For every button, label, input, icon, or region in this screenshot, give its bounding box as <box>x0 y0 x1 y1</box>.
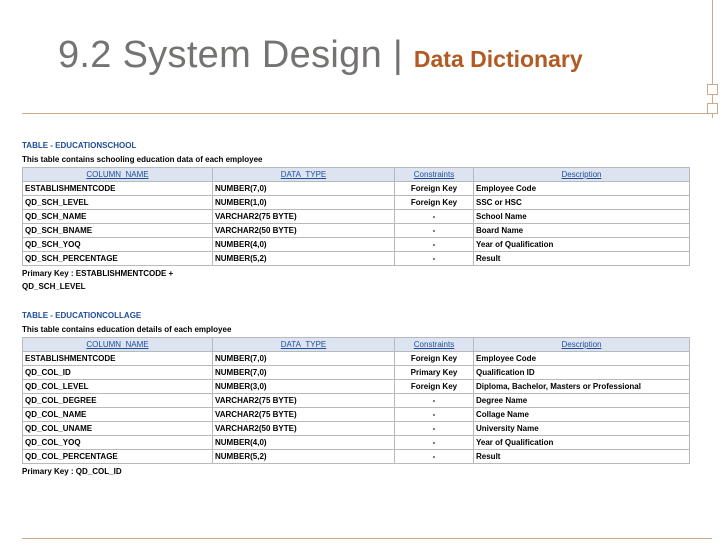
decorative-square-icon <box>707 84 718 95</box>
data-dictionary-table-collage: COLUMN_NAME DATA_TYPE Constraints Descri… <box>22 337 690 464</box>
table-row: QD_COL_PERCENTAGE NUMBER(5,2) - Result <box>22 449 690 464</box>
cell-constraint: - <box>394 421 474 436</box>
cell-constraint: Foreign Key <box>394 379 474 394</box>
table-description: This table contains education details of… <box>22 325 232 334</box>
cell-description: SSC or HSC <box>473 195 690 210</box>
cell-constraint: - <box>394 251 474 266</box>
cell-constraint: - <box>394 435 474 450</box>
cell-data-type: NUMBER(4,0) <box>212 435 395 450</box>
table-row: QD_COL_NAME VARCHAR2(75 BYTE) - Collage … <box>22 407 690 422</box>
cell-column-name: QD_COL_ID <box>22 365 213 380</box>
slide-title-sub: Data Dictionary <box>413 46 583 72</box>
table-title: TABLE - EDUCATIONSCHOOL <box>22 141 137 150</box>
cell-description: Employee Code <box>473 181 690 196</box>
cell-data-type: VARCHAR2(50 BYTE) <box>212 223 395 238</box>
cell-column-name: QD_SCH_LEVEL <box>22 195 213 210</box>
table-title: TABLE - EDUCATIONCOLLAGE <box>22 311 142 320</box>
cell-column-name: QD_COL_DEGREE <box>22 393 213 408</box>
column-header: DATA_TYPE <box>212 337 395 352</box>
cell-description: School Name <box>473 209 690 224</box>
table-header-row: COLUMN_NAME DATA_TYPE Constraints Descri… <box>22 337 690 352</box>
slide-title: 9.2 System Design | Data Dictionary <box>58 34 583 77</box>
cell-data-type: VARCHAR2(75 BYTE) <box>212 393 395 408</box>
cell-constraint: - <box>394 449 474 464</box>
cell-data-type: NUMBER(7,0) <box>212 351 395 366</box>
cell-constraint: - <box>394 393 474 408</box>
cell-description: Qualification ID <box>473 365 690 380</box>
table-row: QD_SCH_PERCENTAGE NUMBER(5,2) - Result <box>22 251 690 266</box>
cell-column-name: QD_COL_PERCENTAGE <box>22 449 213 464</box>
cell-column-name: ESTABLISHMENTCODE <box>22 351 213 366</box>
primary-key-note: Primary Key : QD_COL_ID <box>22 467 122 476</box>
cell-description: Year of Qualification <box>473 237 690 252</box>
cell-column-name: ESTABLISHMENTCODE <box>22 181 213 196</box>
cell-constraint: - <box>394 223 474 238</box>
cell-constraint: Primary Key <box>394 365 474 380</box>
cell-description: Employee Code <box>473 351 690 366</box>
cell-constraint: - <box>394 407 474 422</box>
cell-column-name: QD_SCH_PERCENTAGE <box>22 251 213 266</box>
cell-constraint: Foreign Key <box>394 195 474 210</box>
table-row: QD_COL_ID NUMBER(7,0) Primary Key Qualif… <box>22 365 690 380</box>
table-row: QD_COL_UNAME VARCHAR2(50 BYTE) - Univers… <box>22 421 690 436</box>
cell-constraint: Foreign Key <box>394 351 474 366</box>
cell-constraint: Foreign Key <box>394 181 474 196</box>
column-header: Constraints <box>394 337 474 352</box>
table-row: QD_SCH_LEVEL NUMBER(1,0) Foreign Key SSC… <box>22 195 690 210</box>
column-header: Constraints <box>394 167 474 182</box>
table-row: QD_COL_YOQ NUMBER(4,0) - Year of Qualifi… <box>22 435 690 450</box>
column-header: COLUMN_NAME <box>22 337 213 352</box>
footer-line <box>22 538 712 539</box>
cell-data-type: NUMBER(5,2) <box>212 251 395 266</box>
cell-description: Board Name <box>473 223 690 238</box>
table-row: QD_COL_DEGREE VARCHAR2(75 BYTE) - Degree… <box>22 393 690 408</box>
cell-data-type: VARCHAR2(50 BYTE) <box>212 421 395 436</box>
cell-column-name: QD_COL_LEVEL <box>22 379 213 394</box>
slide-content: TABLE - EDUCATIONSCHOOL This table conta… <box>22 139 712 478</box>
cell-constraint: - <box>394 237 474 252</box>
table-row: ESTABLISHMENTCODE NUMBER(7,0) Foreign Ke… <box>22 351 690 366</box>
table-row: QD_SCH_YOQ NUMBER(4,0) - Year of Qualifi… <box>22 237 690 252</box>
cell-description: Diploma, Bachelor, Masters or Profession… <box>473 379 690 394</box>
cell-description: Year of Qualification <box>473 435 690 450</box>
column-header: Description <box>473 167 690 182</box>
cell-column-name: QD_COL_NAME <box>22 407 213 422</box>
cell-data-type: NUMBER(7,0) <box>212 181 395 196</box>
data-dictionary-table-school: COLUMN_NAME DATA_TYPE Constraints Descri… <box>22 167 690 266</box>
cell-description: Result <box>473 449 690 464</box>
cell-constraint: - <box>394 209 474 224</box>
table-row: QD_SCH_NAME VARCHAR2(75 BYTE) - School N… <box>22 209 690 224</box>
table-row: QD_SCH_BNAME VARCHAR2(50 BYTE) - Board N… <box>22 223 690 238</box>
title-underline <box>22 113 707 114</box>
cell-column-name: QD_SCH_YOQ <box>22 237 213 252</box>
cell-data-type: VARCHAR2(75 BYTE) <box>212 407 395 422</box>
table-row: QD_COL_LEVEL NUMBER(3,0) Foreign Key Dip… <box>22 379 690 394</box>
column-header: Description <box>473 337 690 352</box>
cell-description: Collage Name <box>473 407 690 422</box>
cell-column-name: QD_SCH_NAME <box>22 209 213 224</box>
cell-data-type: NUMBER(4,0) <box>212 237 395 252</box>
table-header-row: COLUMN_NAME DATA_TYPE Constraints Descri… <box>22 167 690 182</box>
decorative-side-line <box>712 0 713 118</box>
cell-column-name: QD_SCH_BNAME <box>22 223 213 238</box>
cell-data-type: NUMBER(5,2) <box>212 449 395 464</box>
column-header: DATA_TYPE <box>212 167 395 182</box>
cell-column-name: QD_COL_UNAME <box>22 421 213 436</box>
cell-data-type: NUMBER(1,0) <box>212 195 395 210</box>
slide-title-area: 9.2 System Design | Data Dictionary <box>0 0 728 118</box>
table-row: ESTABLISHMENTCODE NUMBER(7,0) Foreign Ke… <box>22 181 690 196</box>
cell-column-name: QD_COL_YOQ <box>22 435 213 450</box>
table-description: This table contains schooling education … <box>22 155 263 164</box>
primary-key-note: Primary Key : ESTABLISHMENTCODE + QD_SCH… <box>22 269 174 291</box>
decorative-square-icon <box>707 103 718 114</box>
column-header: COLUMN_NAME <box>22 167 213 182</box>
cell-data-type: NUMBER(3,0) <box>212 379 395 394</box>
cell-data-type: VARCHAR2(75 BYTE) <box>212 209 395 224</box>
cell-data-type: NUMBER(7,0) <box>212 365 395 380</box>
slide-title-main: 9.2 System Design | <box>58 34 414 76</box>
cell-description: Degree Name <box>473 393 690 408</box>
cell-description: Result <box>473 251 690 266</box>
cell-description: University Name <box>473 421 690 436</box>
